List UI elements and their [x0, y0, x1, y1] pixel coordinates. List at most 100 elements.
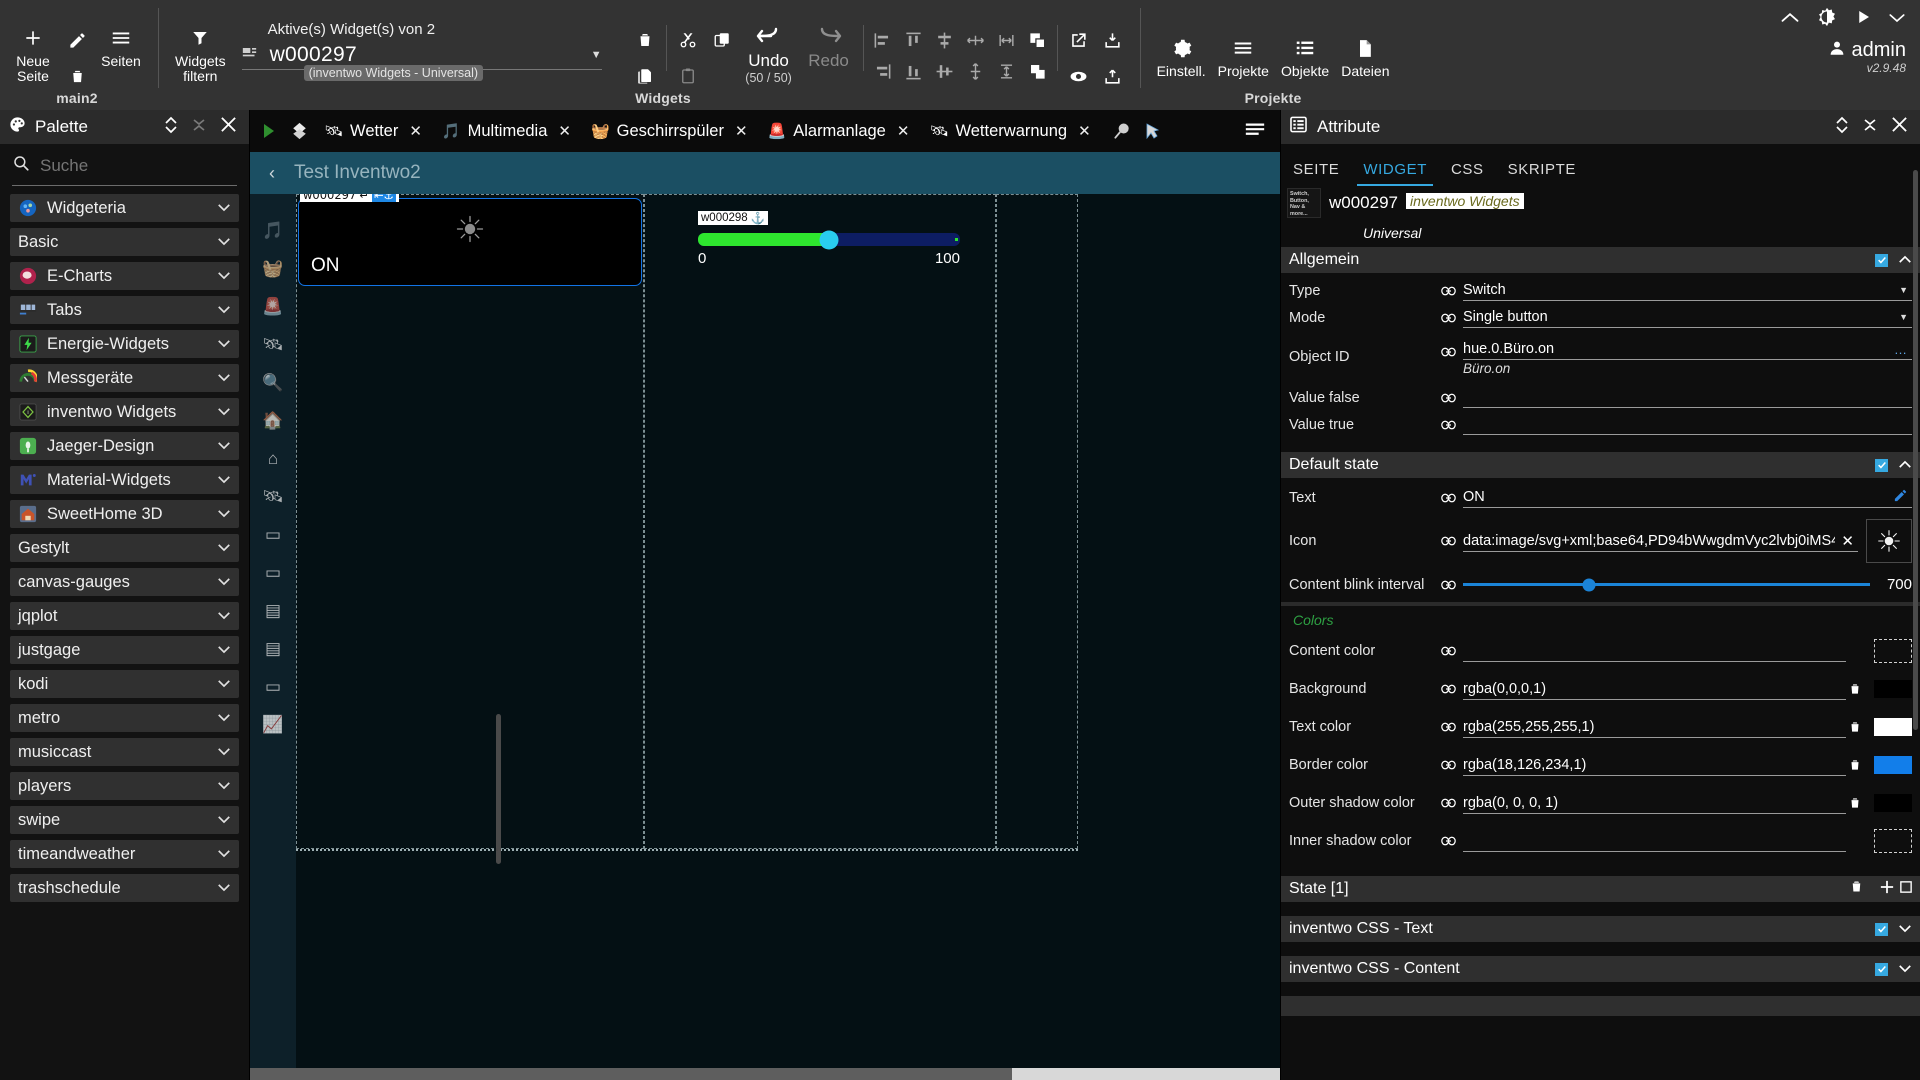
align-right-icon[interactable] [868, 56, 898, 86]
attributes-scrollbar[interactable] [1913, 170, 1918, 730]
blink-slider-track[interactable] [1463, 578, 1870, 591]
palette-item-justgage[interactable]: justgage [10, 636, 239, 664]
link-icon[interactable] [1441, 798, 1463, 808]
rail-icon-5[interactable]: 🏠 [262, 412, 283, 429]
palette-close-icon[interactable] [220, 116, 237, 138]
chevron-down-icon[interactable] [1888, 11, 1906, 29]
files-button[interactable]: Dateien [1335, 27, 1395, 83]
play-view-icon[interactable] [254, 123, 284, 139]
canvas-horizontal-scrollbar[interactable] [250, 1068, 1280, 1080]
canvas-slider-widget[interactable]: w000298 ⚓ 0 100 [698, 208, 960, 267]
chevron-down-icon[interactable] [217, 811, 231, 829]
palette-item-swipe[interactable]: swipe [10, 806, 239, 834]
value-false-input[interactable] [1463, 387, 1912, 408]
clear-icon-button[interactable]: ✕ [1835, 532, 1854, 550]
objectid-browse-button[interactable]: … [1894, 342, 1908, 357]
rail-icon-6[interactable]: ⌂ [268, 450, 278, 467]
open-external-icon[interactable] [1062, 23, 1096, 57]
editor-menu-icon[interactable] [1244, 121, 1276, 142]
chevron-down-icon[interactable] [217, 607, 231, 625]
color-swatch[interactable] [1874, 639, 1912, 663]
objects-button[interactable]: Objekte [1275, 27, 1335, 83]
link-icon[interactable] [1441, 339, 1463, 357]
icon-preview[interactable] [1866, 519, 1912, 563]
link-icon[interactable] [1441, 286, 1463, 296]
palette-item-metro[interactable]: metro [10, 704, 239, 732]
new-page-button[interactable]: Neue Seite [6, 17, 60, 88]
import-icon[interactable] [1096, 23, 1130, 57]
section-checkbox[interactable] [1875, 922, 1888, 936]
rail-icon-7[interactable]: 🛰 [262, 488, 284, 505]
field-control-value-true[interactable] [1463, 414, 1912, 435]
field-control-objectid[interactable]: hue.0.Büro.on … Büro.on [1463, 339, 1912, 378]
link-icon[interactable] [1441, 580, 1463, 590]
clear-color-icon[interactable] [1846, 758, 1864, 772]
editor-tab-geschirrsp-ler[interactable]: 🧺 Geschirrspüler ✕ [581, 110, 758, 152]
rail-icon-3[interactable]: 🛰 [262, 336, 284, 353]
rail-icon-11[interactable]: ▤ [265, 640, 281, 657]
projects-button[interactable]: Projekte [1212, 27, 1275, 83]
settings-button[interactable]: Einstell. [1151, 27, 1212, 83]
palette-item-tabs[interactable]: Tabs [10, 296, 239, 324]
section-collapse-icon[interactable] [1898, 456, 1912, 474]
palette-item-basic[interactable]: Basic [10, 228, 239, 256]
value-true-input[interactable] [1463, 414, 1912, 435]
chevron-down-icon[interactable] [217, 335, 231, 353]
toolbar-user-row[interactable]: admin [1828, 39, 1906, 62]
search-input[interactable] [40, 155, 237, 176]
blink-slider-row[interactable]: 700 [1463, 576, 1912, 593]
layers-icon[interactable] [284, 122, 314, 140]
palette-item-material-widgets[interactable]: Material-Widgets [10, 466, 239, 494]
chevron-down-icon[interactable] [217, 403, 231, 421]
section-header-css-text[interactable]: inventwo CSS - Text [1281, 916, 1920, 942]
cut-icon[interactable] [671, 23, 705, 57]
color-control[interactable] [1463, 641, 1846, 662]
chevron-down-icon[interactable] [217, 539, 231, 557]
chevron-down-icon[interactable] [217, 267, 231, 285]
close-tab-icon[interactable]: ✕ [409, 122, 422, 140]
link-icon[interactable] [1441, 836, 1463, 846]
view-icon[interactable] [1062, 59, 1096, 93]
color-swatch[interactable] [1874, 756, 1912, 774]
link-icon[interactable] [1441, 313, 1463, 323]
link-icon[interactable] [1441, 760, 1463, 770]
section-expand-icon[interactable] [1898, 920, 1912, 938]
icon-input[interactable]: data:image/svg+xml;base64,PD94bWwgdmVyc2… [1463, 531, 1858, 552]
chevron-down-icon[interactable] [217, 743, 231, 761]
color-control[interactable] [1463, 831, 1846, 852]
color-input[interactable]: rgba(0,0,0,1) [1463, 679, 1846, 700]
chevron-down-icon[interactable] [217, 641, 231, 659]
chevron-down-icon[interactable] [217, 709, 231, 727]
mode-select[interactable]: Single button ▼ [1463, 307, 1912, 328]
delete-widget-icon[interactable] [628, 23, 662, 57]
color-input[interactable]: rgba(18,126,234,1) [1463, 755, 1846, 776]
palette-item-players[interactable]: players [10, 772, 239, 800]
align-center-horizontal-icon[interactable] [930, 25, 960, 55]
close-tab-icon[interactable]: ✕ [735, 122, 748, 140]
blink-slider-knob[interactable] [1582, 578, 1596, 591]
copy-widget-icon[interactable] [628, 59, 662, 93]
section-header-state1[interactable]: State [1] [1281, 876, 1920, 902]
widget-select[interactable]: w000297 ▼ (inventwo Widgets - Universal) [241, 43, 602, 81]
color-control[interactable]: rgba(18,126,234,1) [1463, 755, 1846, 776]
rail-icon-8[interactable]: ▭ [265, 526, 281, 543]
attributes-tab-css[interactable]: CSS [1451, 161, 1484, 186]
edit-page-icon[interactable] [60, 23, 94, 57]
back-icon[interactable]: ‹ [250, 163, 294, 184]
chevron-down-icon[interactable] [217, 301, 231, 319]
run-icon[interactable] [1854, 8, 1872, 31]
section-header-allgemein[interactable]: Allgemein [1281, 247, 1920, 273]
palette-item-kodi[interactable]: kodi [10, 670, 239, 698]
palette-item-gestylt[interactable]: Gestylt [10, 534, 239, 562]
palette-item-e-charts[interactable]: E-Charts [10, 262, 239, 290]
align-center-vertical-icon[interactable] [930, 56, 960, 86]
rail-icon-13[interactable]: 📈 [262, 716, 283, 733]
edit-text-icon[interactable] [1893, 488, 1908, 507]
editor-tab-alarmanlage[interactable]: 🚨 Alarmanlage ✕ [758, 110, 920, 152]
duplicate-icon[interactable] [705, 23, 739, 57]
field-control-text[interactable]: ON [1463, 487, 1912, 508]
link-icon[interactable] [1441, 393, 1463, 403]
objectid-input[interactable]: hue.0.Büro.on … [1463, 339, 1912, 360]
chevron-down-icon[interactable] [217, 233, 231, 251]
palette-collapse-icon[interactable] [192, 116, 206, 139]
